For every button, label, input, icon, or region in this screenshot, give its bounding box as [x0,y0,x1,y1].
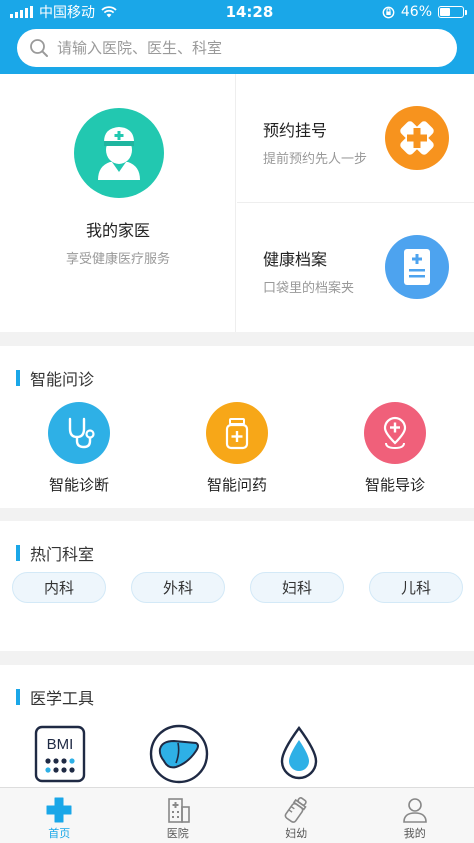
dept-internal-medicine[interactable]: 内科 [12,572,106,603]
dept-pediatrics[interactable]: 儿科 [369,572,463,603]
tab-maternal[interactable]: 妇幼 [237,788,356,843]
user-icon [402,798,427,823]
hospital-building-icon [167,798,190,823]
clock: 14:28 [225,3,274,21]
health-record-card[interactable]: 健康档案 口袋里的档案夹 [237,203,474,332]
appointment-title: 预约挂号 [263,121,328,140]
family-doctor-title: 我的家医 [85,221,150,240]
wifi-icon [101,6,117,18]
hot-departments-section: 热门科室 内科 外科 妇科 儿科 [0,521,474,651]
tab-home[interactable]: 首页 [0,788,119,843]
tab-profile[interactable]: 我的 [356,788,474,843]
top-services: 我的家医 享受健康医疗服务 预约挂号 提前预约先人一步 健康档案 口袋里的档案夹 [0,74,474,332]
section-title: 热门科室 [16,541,94,565]
tab-maternal-label: 妇幼 [285,827,308,840]
status-bar: 中国移动 14:28 46% [0,0,474,24]
smart-guide-label: 智能导诊 [364,476,425,494]
health-record-subtitle: 口袋里的档案夹 [263,281,355,296]
tab-home-label: 首页 [48,827,71,840]
water-drop-icon[interactable] [268,723,330,785]
stethoscope-icon [48,402,110,464]
family-doctor-subtitle: 享受健康医疗服务 [65,252,170,267]
bmi-label: BMI [47,736,74,753]
appointment-card[interactable]: 预约挂号 提前预约先人一步 [237,74,474,203]
family-doctor-card[interactable]: 我的家医 享受健康医疗服务 [0,74,236,332]
medical-tools-section: 医学工具 BMI [0,665,474,790]
liver-icon[interactable] [148,723,210,785]
document-icon [385,235,449,299]
search-icon [30,39,48,57]
carrier-label: 中国移动 [39,5,95,21]
dept-surgery[interactable]: 外科 [131,572,225,603]
health-record-title: 健康档案 [263,250,328,269]
dept-gynecology[interactable]: 妇科 [250,572,344,603]
hospital-cross-icon [385,106,449,170]
section-title: 智能问诊 [16,366,94,390]
section-title: 医学工具 [16,685,94,709]
rotation-lock-icon [382,6,395,18]
appointment-subtitle: 提前预约先人一步 [263,152,368,167]
header: 中国移动 14:28 46% [0,0,474,74]
smart-guide-button[interactable]: 智能导诊 [335,402,455,495]
tab-bar: 首页 医院 妇幼 我的 [0,787,474,843]
search-bar[interactable] [17,29,457,67]
signal-icon [10,6,33,18]
nurse-avatar-icon [74,108,164,198]
bmi-calculator-icon[interactable]: BMI [29,723,91,785]
tab-profile-label: 我的 [403,827,426,840]
smart-consult-section: 智能问诊 智能诊断 智能问药 智能导诊 [0,346,474,508]
tab-hospital[interactable]: 医院 [119,788,238,843]
smart-diagnosis-button[interactable]: 智能诊断 [19,402,139,495]
location-pin-icon [364,402,426,464]
search-input[interactable] [57,39,437,57]
battery-percent: 46% [400,4,432,20]
smart-medicine-label: 智能问药 [206,476,267,494]
baby-bottle-icon [284,797,307,823]
smart-diagnosis-label: 智能诊断 [48,476,109,494]
home-cross-icon [46,797,72,823]
tab-hospital-label: 医院 [166,827,189,840]
battery-icon [438,6,467,18]
medicine-bottle-icon [206,402,268,464]
smart-medicine-button[interactable]: 智能问药 [177,402,297,495]
